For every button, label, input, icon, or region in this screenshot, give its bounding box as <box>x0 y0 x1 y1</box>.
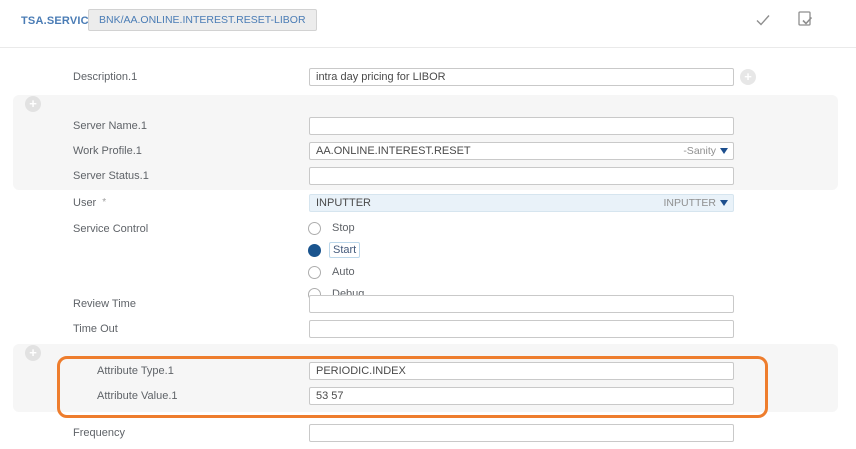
server-name-label: Server Name.1 <box>73 117 147 135</box>
server-status-label: Server Status.1 <box>73 167 149 185</box>
radio-auto[interactable]: Auto <box>308 265 355 279</box>
service-control-label: Service Control <box>73 220 148 238</box>
user-value: INPUTTER <box>316 197 664 209</box>
server-name-input[interactable] <box>309 117 734 135</box>
time-out-input[interactable] <box>309 320 734 338</box>
work-profile-select[interactable]: AA.ONLINE.INTEREST.RESET -Sanity <box>309 142 734 160</box>
chevron-down-icon <box>720 148 728 154</box>
review-time-input[interactable] <box>309 295 734 313</box>
user-label: User * <box>73 194 106 212</box>
attribute-type-label: Attribute Type.1 <box>97 362 174 380</box>
add-server-group-button[interactable] <box>25 96 41 112</box>
add-attribute-group-button[interactable] <box>25 345 41 361</box>
required-asterisk: * <box>102 197 106 208</box>
work-profile-suffix: -Sanity <box>683 145 716 157</box>
user-suffix: INPUTTER <box>664 197 717 209</box>
work-profile-label: Work Profile.1 <box>73 142 142 160</box>
radio-circle-icon <box>308 266 321 279</box>
attribute-type-input[interactable] <box>309 362 734 380</box>
radio-circle-icon <box>308 222 321 235</box>
radio-circle-icon <box>308 244 321 257</box>
commit-check-icon[interactable] <box>754 11 772 34</box>
work-profile-value: AA.ONLINE.INTEREST.RESET <box>316 145 683 157</box>
description-label: Description.1 <box>73 68 137 86</box>
radio-auto-label: Auto <box>332 265 355 279</box>
record-id-chip: BNK/AA.ONLINE.INTEREST.RESET-LIBOR <box>88 9 317 31</box>
review-time-label: Review Time <box>73 295 136 313</box>
description-input[interactable] <box>309 68 734 86</box>
user-select[interactable]: INPUTTER INPUTTER <box>309 194 734 212</box>
attribute-value-label: Attribute Value.1 <box>97 387 178 405</box>
time-out-label: Time Out <box>73 320 118 338</box>
add-description-button[interactable] <box>740 69 756 85</box>
tsa-service-form: TSA.SERVICE BNK/AA.ONLINE.INTEREST.RESET… <box>0 0 856 449</box>
header-divider <box>0 47 856 48</box>
chevron-down-icon <box>720 200 728 206</box>
frequency-input[interactable] <box>309 424 734 442</box>
attribute-value-input[interactable] <box>309 387 734 405</box>
radio-start[interactable]: Start <box>308 243 360 257</box>
user-label-text: User <box>73 197 96 209</box>
frequency-label: Frequency <box>73 424 125 442</box>
validate-document-icon[interactable] <box>796 9 814 34</box>
radio-stop-label: Stop <box>332 221 355 235</box>
server-status-input[interactable] <box>309 167 734 185</box>
radio-stop[interactable]: Stop <box>308 221 355 235</box>
form-name-label: TSA.SERVICE <box>21 11 96 31</box>
radio-start-label: Start <box>329 242 360 258</box>
